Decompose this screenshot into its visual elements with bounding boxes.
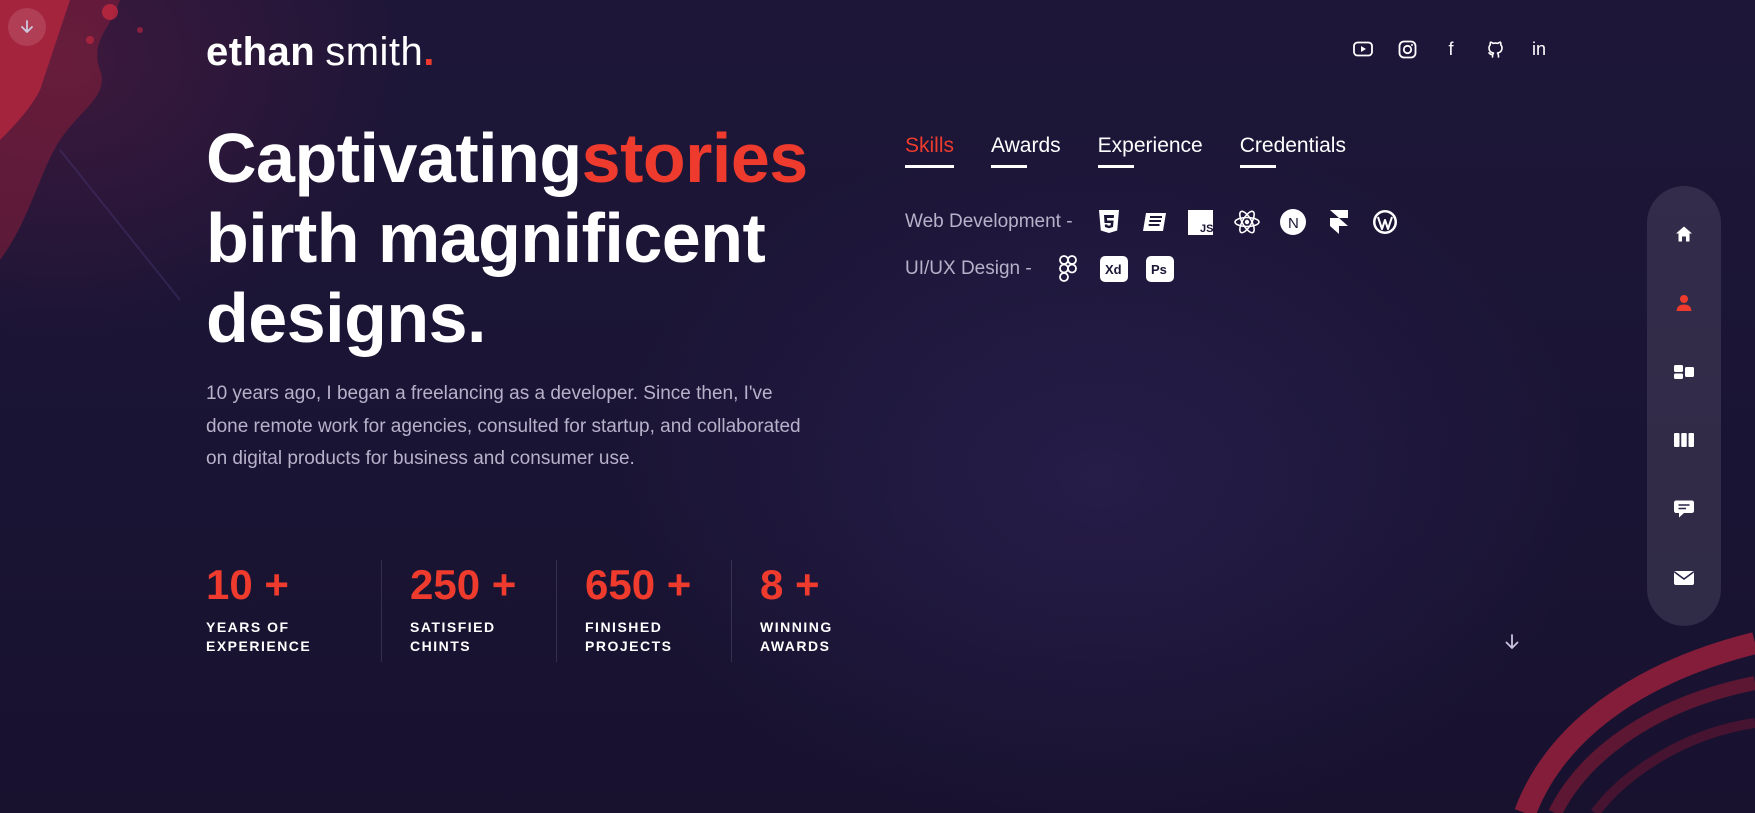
hero-intro: 10 years ago, I began a freelancing as a… xyxy=(206,383,801,469)
nav-portfolio[interactable] xyxy=(1669,357,1699,387)
nav-testimonials[interactable] xyxy=(1669,494,1699,524)
wordpress-icon xyxy=(1371,208,1399,236)
stat-label: FINISHED PROJECTS xyxy=(585,619,673,654)
headline-word-stories: stories xyxy=(581,119,809,197)
skill-category-label: Web Development - xyxy=(905,211,1073,232)
stat-number: 8 + xyxy=(760,561,820,608)
stat-label: YEARS OF EXPERIENCE xyxy=(206,619,312,654)
instagram-link[interactable] xyxy=(1396,38,1418,60)
headline-word-captivating: Captivating xyxy=(206,119,582,197)
site-logo[interactable]: ethan smith. xyxy=(206,30,435,75)
swirl-decoration xyxy=(1514,632,1755,813)
linkedin-icon: in xyxy=(1531,38,1546,59)
scroll-down-arrow[interactable] xyxy=(1500,630,1524,654)
youtube-link[interactable] xyxy=(1352,38,1374,60)
skill-icons: JS N xyxy=(1095,208,1399,236)
github-link[interactable] xyxy=(1484,38,1506,60)
nav-contact[interactable] xyxy=(1669,563,1699,593)
figma-icon xyxy=(1054,255,1082,283)
skill-category-label: UI/UX Design - xyxy=(905,258,1032,279)
next-text: N xyxy=(1288,215,1299,232)
logo-dot: . xyxy=(423,30,435,74)
youtube-icon xyxy=(1353,41,1373,57)
tab-credentials[interactable]: Credentials xyxy=(1239,134,1346,168)
stat-label: WINNING AWARDS xyxy=(760,619,833,654)
scroll-down-button[interactable] xyxy=(8,8,46,46)
tab-experience[interactable]: Experience xyxy=(1097,134,1203,168)
nav-about[interactable] xyxy=(1669,288,1699,318)
stat-label: SATISFIED CHINTS xyxy=(410,619,496,654)
stat-number: 650 + xyxy=(585,561,692,608)
framer-icon xyxy=(1325,208,1353,236)
stat-number: 250 + xyxy=(410,561,517,608)
tab-skills[interactable]: Skills xyxy=(905,134,955,168)
headline-line-3: designs. xyxy=(206,279,486,357)
nav-services[interactable] xyxy=(1669,425,1699,455)
headline-line-2: birth magnificent xyxy=(206,199,766,277)
social-links: f in xyxy=(1352,38,1550,60)
photoshop-icon: Ps xyxy=(1145,255,1174,283)
arrow-down-icon xyxy=(21,20,33,33)
side-navigation xyxy=(1647,186,1721,626)
stat-awards: 8 + WINNING AWARDS xyxy=(731,560,906,662)
skill-row-web-development: Web Development - JS N xyxy=(905,208,1399,236)
adobe-xd-icon: Xd xyxy=(1099,255,1128,283)
instagram-icon xyxy=(1398,40,1416,58)
xd-text: Xd xyxy=(1105,262,1122,277)
testimonials-icon xyxy=(1674,500,1694,518)
css3-icon xyxy=(1141,208,1169,236)
stat-projects: 650 + FINISHED PROJECTS xyxy=(556,560,731,662)
hero-headline: Captivatingstories birth magnificent des… xyxy=(206,118,808,358)
home-icon xyxy=(1676,226,1692,242)
arrow-down-icon xyxy=(1505,634,1519,649)
nav-home[interactable] xyxy=(1669,219,1699,249)
tab-awards[interactable]: Awards xyxy=(991,134,1061,168)
facebook-icon: f xyxy=(1448,38,1454,59)
react-icon xyxy=(1233,208,1261,236)
facebook-link[interactable]: f xyxy=(1440,38,1462,60)
javascript-icon: JS xyxy=(1187,208,1215,236)
nextjs-icon: N xyxy=(1279,208,1307,236)
skill-icons: Xd Ps xyxy=(1054,255,1174,283)
stat-clients: 250 + SATISFIED CHINTS xyxy=(381,560,556,662)
stat-years: 10 + YEARS OF EXPERIENCE xyxy=(206,560,381,662)
services-icon xyxy=(1674,433,1694,448)
portfolio-icon xyxy=(1674,364,1694,379)
js-text: JS xyxy=(1200,223,1213,235)
github-icon xyxy=(1487,40,1503,58)
ps-text: Ps xyxy=(1151,262,1167,277)
paint-splash-decoration xyxy=(0,0,181,301)
html5-icon xyxy=(1095,208,1123,236)
stat-number: 10 + xyxy=(206,561,289,608)
stats-row: 10 + YEARS OF EXPERIENCE 250 + SATISFIED C… xyxy=(206,560,906,662)
about-tabs: Skills Awards Experience Credentials xyxy=(905,134,1346,168)
logo-first-name: ethan xyxy=(206,30,316,74)
user-icon xyxy=(1676,294,1692,311)
logo-last-name: smith xyxy=(325,30,424,74)
contact-icon xyxy=(1674,570,1694,585)
skill-row-uiux-design: UI/UX Design - Xd Ps xyxy=(905,255,1174,283)
linkedin-link[interactable]: in xyxy=(1528,38,1550,60)
